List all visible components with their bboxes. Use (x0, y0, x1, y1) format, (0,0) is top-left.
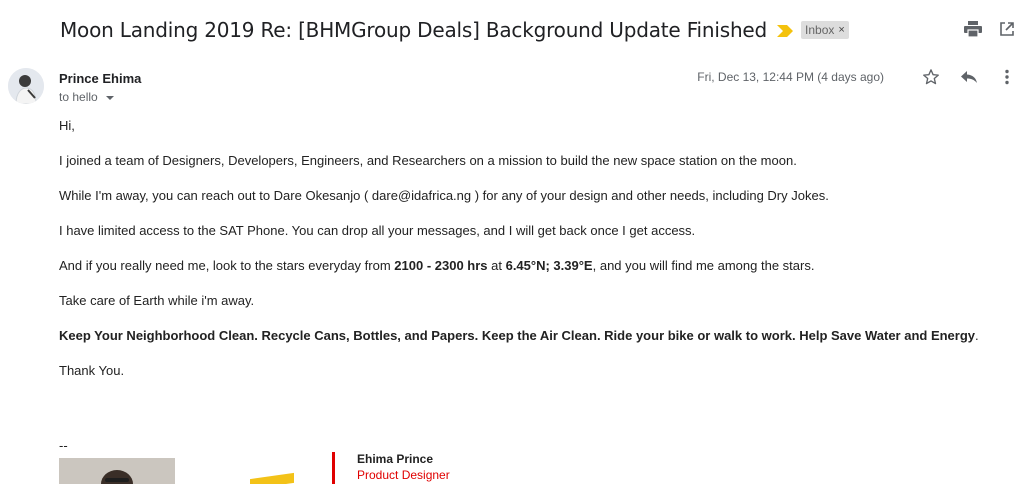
chevron-down-icon[interactable] (105, 96, 114, 100)
closing: Thank You. (59, 363, 125, 378)
body-text: , and you will find me among the stars. (592, 258, 815, 273)
eco-message: Keep Your Neighborhood Clean. Recycle Ca… (59, 328, 976, 343)
body-paragraph: Take care of Earth while i'm away. (59, 293, 255, 308)
sender-avatar[interactable] (8, 68, 44, 104)
signature-name: Ehima Prince (357, 452, 434, 466)
body-paragraph: And if you really need me, look to the s… (59, 258, 1009, 274)
message-body: Hi, I joined a team of Designers, Develo… (59, 118, 1009, 398)
message-date: Fri, Dec 13, 12:44 PM (4 days ago) (697, 70, 884, 84)
importance-marker-icon[interactable] (777, 24, 794, 37)
remove-label-button[interactable]: × (838, 24, 844, 36)
subject-row: Moon Landing 2019 Re: [BHMGroup Deals] B… (60, 14, 849, 46)
print-icon[interactable] (964, 20, 982, 38)
body-text: . (975, 328, 979, 343)
signature-logo-shape (250, 472, 294, 484)
body-text: And if you really need me, look to the s… (59, 258, 395, 273)
body-paragraph: I joined a team of Designers, Developers… (59, 153, 797, 168)
signature-separator: -- (59, 438, 68, 453)
star-icon[interactable] (922, 68, 940, 86)
body-paragraph: Keep Your Neighborhood Clean. Recycle Ca… (59, 328, 1009, 344)
body-paragraph: While I'm away, you can reach out to Dar… (59, 188, 829, 203)
more-vertical-icon[interactable] (998, 68, 1016, 86)
sender-name: Prince Ehima (59, 71, 142, 86)
signature-role: Product Designer (357, 468, 450, 482)
recipient-text: to hello (59, 90, 98, 104)
email-subject: Moon Landing 2019 Re: [BHMGroup Deals] B… (60, 18, 768, 42)
inbox-label-text: Inbox (805, 23, 835, 37)
greeting: Hi, (59, 118, 75, 133)
open-in-new-window-icon[interactable] (998, 20, 1016, 38)
thread-actions (964, 20, 1016, 38)
body-text: at (487, 258, 506, 273)
signature-photo (59, 458, 175, 484)
reply-icon[interactable] (960, 68, 978, 86)
recipient-details-toggle[interactable]: to hello (59, 90, 114, 104)
coordinates: 6.45°N; 3.39°E (505, 258, 593, 273)
body-paragraph: I have limited access to the SAT Phone. … (59, 223, 696, 238)
signature-divider (332, 452, 335, 484)
inbox-label-chip[interactable]: Inbox × (801, 21, 849, 39)
time-range: 2100 - 2300 hrs (394, 258, 488, 273)
message-meta: Fri, Dec 13, 12:44 PM (4 days ago) (697, 68, 1016, 86)
